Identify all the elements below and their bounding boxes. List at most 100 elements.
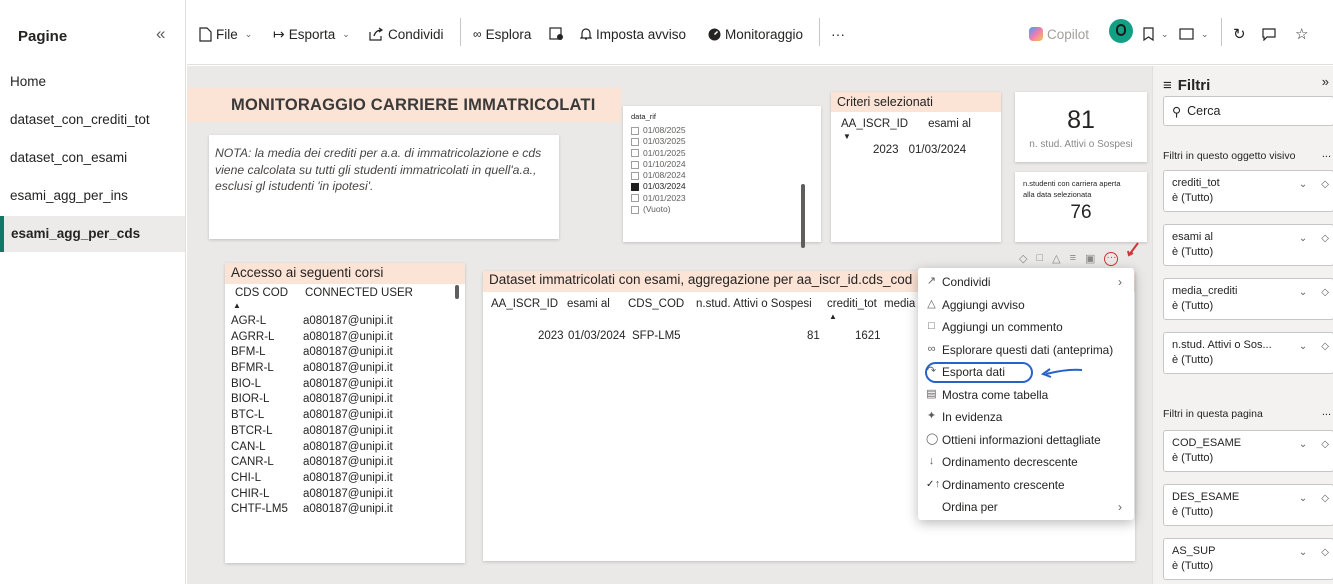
chevron-down-icon[interactable]: ⌄ — [1299, 287, 1307, 298]
filter-card-des-esame[interactable]: DES_ESAME è (Tutto) ⌄ ◇ — [1163, 484, 1333, 526]
comment-icon: □ — [928, 320, 935, 332]
checkbox[interactable] — [631, 171, 639, 180]
filter-icon[interactable]: ≡ — [1070, 252, 1076, 268]
slicer-option[interactable]: (Vuoto) — [631, 204, 813, 215]
chevron-down-icon[interactable]: ⌄ — [1299, 439, 1307, 450]
checkbox[interactable] — [631, 149, 639, 158]
view-menu[interactable]: ⌄ — [1179, 24, 1209, 44]
esporta-menu[interactable]: ↦ Esporta ⌄ — [273, 24, 350, 44]
focus-mode-icon[interactable]: ▣ — [1085, 252, 1095, 268]
esplora-button[interactable]: ∞ Esplora — [473, 24, 531, 44]
chevron-down-icon[interactable]: ⌄ — [1299, 493, 1307, 504]
file-label: File — [216, 26, 238, 42]
accesso-corsi-table: Accesso ai seguenti corsi CDS COD CONNEC… — [225, 263, 465, 563]
menu-item-ordina-per[interactable]: Ordina per › — [918, 496, 1134, 519]
column-header[interactable]: n.stud. Attivi o Sospesi — [696, 298, 827, 310]
column-header[interactable]: esami al — [567, 298, 628, 310]
menu-item-aggiungi-commento[interactable]: □ Aggiungi un commento — [918, 316, 1134, 339]
filter-card-crediti-tot[interactable]: crediti_tot è (Tutto) ⌄ ◇ — [1163, 170, 1333, 212]
bell-icon: △ — [927, 297, 936, 310]
menu-item-in-evidenza[interactable]: ✦ In evidenza — [918, 406, 1134, 429]
clear-filter-icon[interactable]: ◇ — [1321, 179, 1329, 190]
filter-card-esami-al[interactable]: esami al è (Tutto) ⌄ ◇ — [1163, 224, 1333, 266]
column-header[interactable]: CONNECTED USER — [305, 287, 413, 299]
bell-icon[interactable]: △ — [1052, 252, 1060, 268]
favorite-star-icon[interactable]: ☆ — [1295, 24, 1308, 44]
clear-filter-icon[interactable]: ◇ — [1321, 547, 1329, 558]
slicer-option[interactable]: 01/01/2023 — [631, 193, 813, 204]
filter-card-as-sup[interactable]: AS_SUP è (Tutto) ⌄ ◇ — [1163, 538, 1333, 580]
page-item-dataset-con-esami[interactable]: dataset_con_esami — [0, 140, 185, 176]
checkbox-checked[interactable] — [631, 183, 639, 192]
clear-filter-icon[interactable]: ◇ — [1321, 287, 1329, 298]
checkbox[interactable] — [631, 194, 639, 203]
cell: a080187@unipi.it — [303, 456, 393, 469]
clear-filter-icon[interactable]: ◇ — [1321, 341, 1329, 352]
filter-card-cod-esame[interactable]: COD_ESAME è (Tutto) ⌄ ◇ — [1163, 430, 1333, 472]
column-header[interactable]: crediti_tot — [827, 298, 884, 310]
page-item-home[interactable]: Home — [0, 64, 185, 100]
menu-item-ordinamento-decrescente[interactable]: ↓ Ordinamento decrescente — [918, 451, 1134, 474]
slicer-option[interactable]: 01/08/2024 — [631, 170, 813, 181]
comment-button[interactable] — [1262, 24, 1276, 44]
collapse-pages-icon[interactable]: « — [156, 24, 165, 44]
checkbox[interactable] — [631, 137, 639, 146]
column-header[interactable]: AA_ISCR_ID — [841, 118, 908, 130]
slicer-option[interactable]: 01/03/2025 — [631, 136, 813, 147]
more-options-icon[interactable]: ... — [1322, 148, 1331, 160]
monitoraggio-button[interactable]: Monitoraggio — [708, 24, 803, 44]
checkbox[interactable] — [631, 160, 639, 169]
slicer-option-selected[interactable]: 01/03/2024 — [631, 181, 813, 192]
clear-filter-icon[interactable]: ◇ — [1321, 439, 1329, 450]
menu-item-aggiungi-avviso[interactable]: △ Aggiungi avviso — [918, 294, 1134, 317]
chevron-down-icon[interactable]: ⌄ — [1299, 341, 1307, 352]
column-header[interactable]: CDS_COD — [628, 298, 696, 310]
page-item-esami-agg-per-cds[interactable]: esami_agg_per_cds — [0, 216, 185, 252]
copilot-button[interactable]: Copilot — [1029, 24, 1089, 44]
column-header[interactable]: CDS COD — [233, 287, 305, 299]
filter-card-media-crediti[interactable]: media_crediti è (Tutto) ⌄ ◇ — [1163, 278, 1333, 320]
refresh-icon[interactable]: ↻ — [1233, 24, 1246, 44]
user-avatar[interactable] — [1109, 19, 1133, 43]
menu-item-informazioni[interactable]: ◯ Ottieni informazioni dettagliate — [918, 429, 1134, 452]
chevron-down-icon: ⌄ — [1201, 28, 1209, 39]
imposta-avviso-button[interactable]: Imposta avviso — [580, 24, 686, 44]
menu-item-condividi[interactable]: ↗ Condividi › — [918, 271, 1134, 294]
file-menu[interactable]: File ⌄ — [199, 24, 252, 44]
more-options-icon[interactable]: ··· — [1104, 252, 1119, 266]
menu-item-esplorare-dati[interactable]: ∞ Esplorare questi dati (anteprima) — [918, 339, 1134, 362]
slicer-option[interactable]: 01/08/2025 — [631, 125, 813, 136]
expand-pane-icon[interactable]: » — [1322, 74, 1329, 89]
menu-item-mostra-tabella[interactable]: ▤ Mostra come tabella — [918, 384, 1134, 407]
lightbulb-icon: ◯ — [926, 432, 939, 445]
checkbox[interactable] — [631, 126, 639, 135]
cell: a080187@unipi.it — [303, 377, 393, 390]
menu-item-ordinamento-crescente[interactable]: ✓ ↑ Ordinamento crescente — [918, 474, 1134, 497]
chevron-down-icon[interactable]: ⌄ — [1299, 547, 1307, 558]
filters-search-input[interactable]: ⚲ Cerca — [1163, 96, 1333, 126]
page-item-dataset-con-crediti-tot[interactable]: dataset_con_crediti_tot — [0, 102, 185, 138]
more-options-icon[interactable]: ... — [1322, 406, 1331, 418]
slicer-scrollbar[interactable] — [801, 184, 805, 248]
menu-item-esporta-dati[interactable]: ↷ Esporta dati — [918, 361, 1134, 384]
condividi-button[interactable]: Condividi — [369, 24, 444, 44]
copy-visual-icon[interactable]: □ — [1036, 252, 1043, 268]
clear-filter-icon[interactable]: ◇ — [1321, 493, 1329, 504]
checkbox[interactable] — [631, 205, 639, 214]
slicer-option[interactable]: 01/10/2024 — [631, 159, 813, 170]
pin-icon[interactable]: ◇ — [1019, 252, 1027, 268]
chevron-down-icon: ⌄ — [244, 28, 253, 39]
clear-filter-icon[interactable]: ◇ — [1321, 233, 1329, 244]
table-settings-button[interactable] — [549, 24, 564, 44]
more-options-button[interactable]: ··· — [831, 24, 845, 44]
chevron-down-icon[interactable]: ⌄ — [1299, 233, 1307, 244]
filter-card-n-stud[interactable]: n.stud. Attivi o Sos... è (Tutto) ⌄ ◇ — [1163, 332, 1333, 374]
chevron-down-icon[interactable]: ⌄ — [1299, 179, 1307, 190]
filter-icon: ≡ — [1163, 76, 1172, 94]
bookmark-menu[interactable]: ⌄ — [1143, 24, 1169, 44]
slicer-option[interactable]: 01/01/2025 — [631, 148, 813, 159]
corsi-scrollbar[interactable] — [455, 285, 459, 299]
column-header[interactable]: esami al — [928, 118, 971, 130]
page-item-esami-agg-per-ins[interactable]: esami_agg_per_ins — [0, 178, 185, 214]
column-header[interactable]: AA_ISCR_ID — [491, 298, 567, 310]
